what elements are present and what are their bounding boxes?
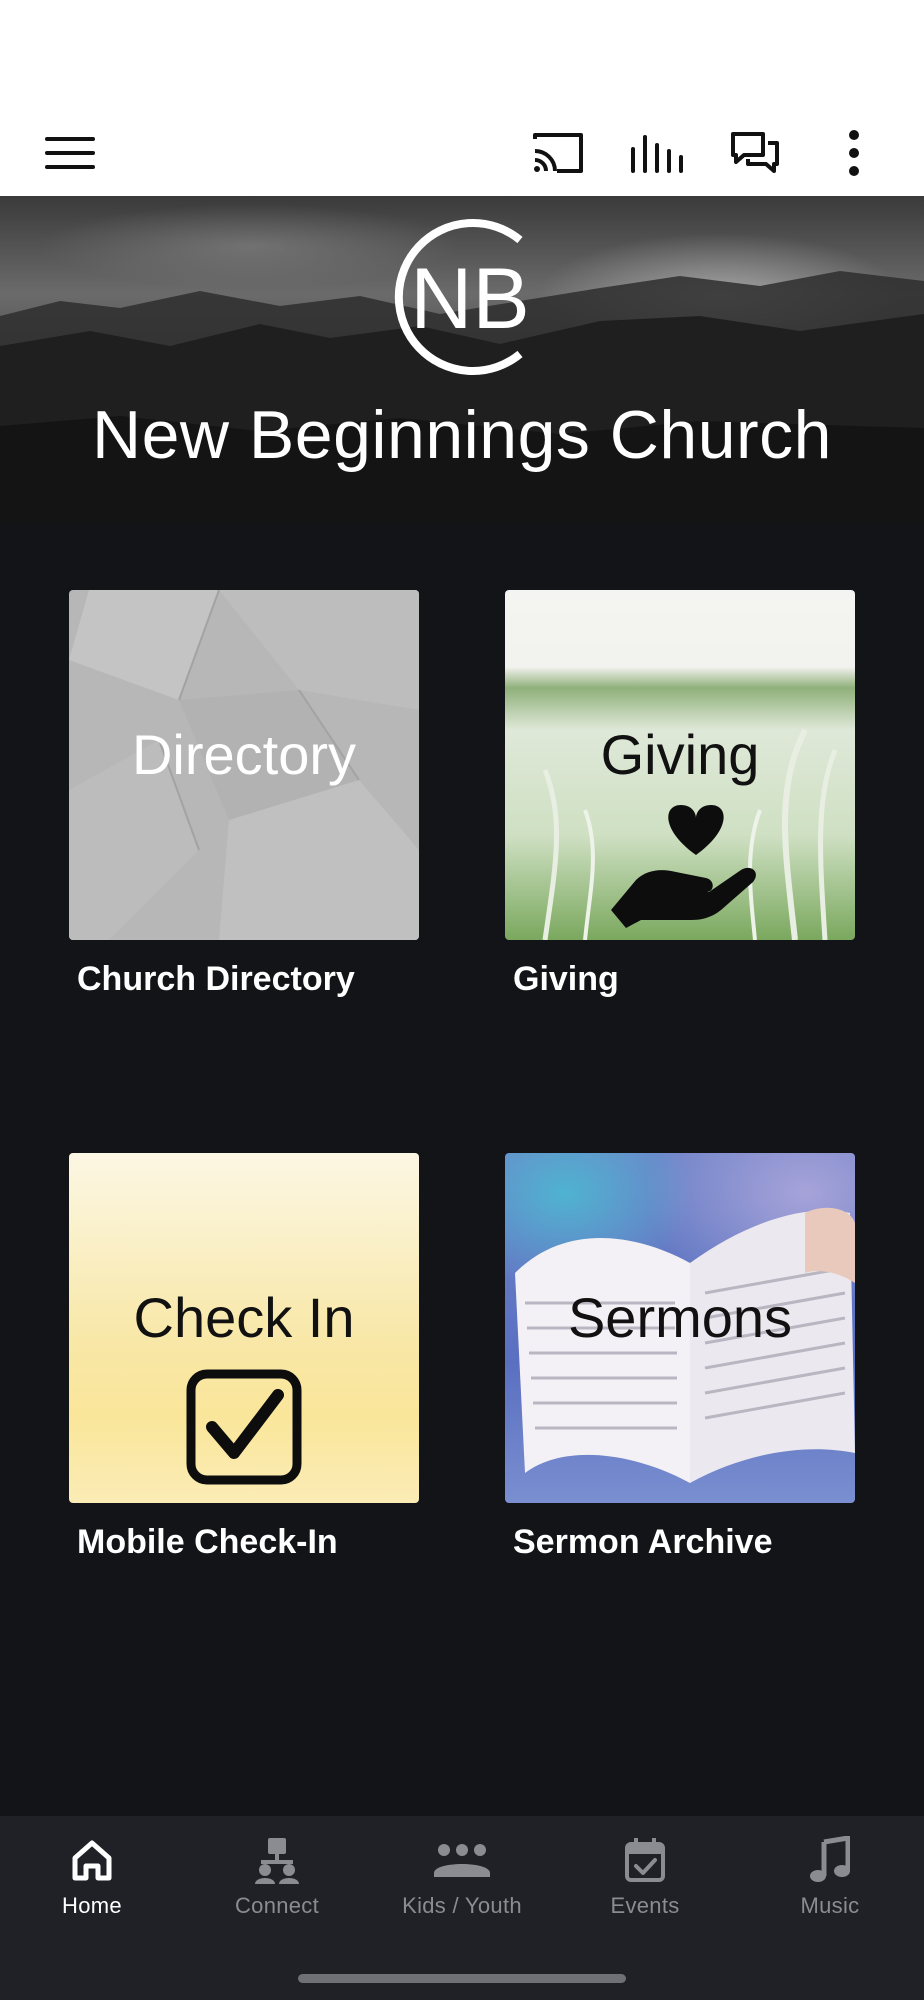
home-icon [0, 1834, 184, 1886]
church-logo-icon: NB [394, 219, 530, 375]
music-note-icon [738, 1834, 922, 1886]
calendar-check-icon [553, 1834, 737, 1886]
heart-hand-icon [611, 805, 756, 928]
tile-church-directory[interactable]: Directory Church Directory [69, 590, 419, 999]
tile-caption: Giving [513, 960, 619, 998]
directory-image-label: Directory [131, 723, 357, 786]
giving-image-label: Giving [600, 723, 760, 786]
giving-tile-image: Giving [505, 590, 855, 940]
menu-button[interactable] [30, 110, 110, 196]
nav-tab-music[interactable]: Music [738, 1816, 922, 1936]
tile-caption: Mobile Check-In [77, 1523, 338, 1561]
nav-tab-connect[interactable]: Connect [185, 1816, 369, 1936]
tile-mobile-check-in[interactable]: Check In Mobile Check-In [69, 1153, 419, 1562]
status-bar [0, 0, 924, 110]
group-icon [370, 1834, 554, 1886]
nav-tab-events[interactable]: Events [553, 1816, 737, 1936]
tile-caption: Church Directory [77, 960, 355, 998]
chat-bubbles-icon [731, 132, 779, 173]
sermons-image-label: Sermons [567, 1286, 793, 1349]
nav-label: Music [800, 1893, 860, 1918]
more-options-button[interactable] [814, 110, 894, 196]
connect-icon [185, 1834, 369, 1886]
church-title: New Beginnings Church [91, 397, 832, 473]
nav-tab-home[interactable]: Home [0, 1816, 184, 1936]
nav-label: Connect [234, 1893, 320, 1918]
hero-banner: NB New Beginnings Church [0, 196, 924, 522]
tile-giving[interactable]: Giving Giving [505, 590, 855, 999]
top-toolbar [0, 110, 924, 196]
logo-text: NB [410, 251, 529, 347]
tile-caption: Sermon Archive [513, 1523, 773, 1561]
chat-button[interactable] [715, 110, 795, 196]
tile-sermon-archive[interactable]: Sermons Sermon Archive [505, 1153, 855, 1562]
nav-label: Events [610, 1893, 680, 1918]
nav-tab-kids-youth[interactable]: Kids / Youth [370, 1816, 554, 1936]
hamburger-menu-icon [45, 137, 95, 169]
directory-tile-image: Directory [69, 590, 419, 940]
more-vertical-icon [849, 130, 859, 176]
nav-label: Home [62, 1893, 122, 1918]
nav-label: Kids / Youth [402, 1893, 522, 1918]
cast-icon [533, 133, 583, 173]
bottom-navigation: Home Connect Kids / Youth Events Music [0, 1816, 924, 2000]
cast-button[interactable] [518, 110, 598, 196]
checkbox-checked-icon [186, 1369, 302, 1485]
sermons-tile-image: Sermons [505, 1153, 855, 1503]
audio-bars-icon [631, 135, 683, 173]
check-in-image-label: Check In [133, 1286, 355, 1349]
check-in-tile-image: Check In [69, 1153, 419, 1503]
home-indicator[interactable] [298, 1974, 626, 1983]
audio-button[interactable] [617, 110, 697, 196]
